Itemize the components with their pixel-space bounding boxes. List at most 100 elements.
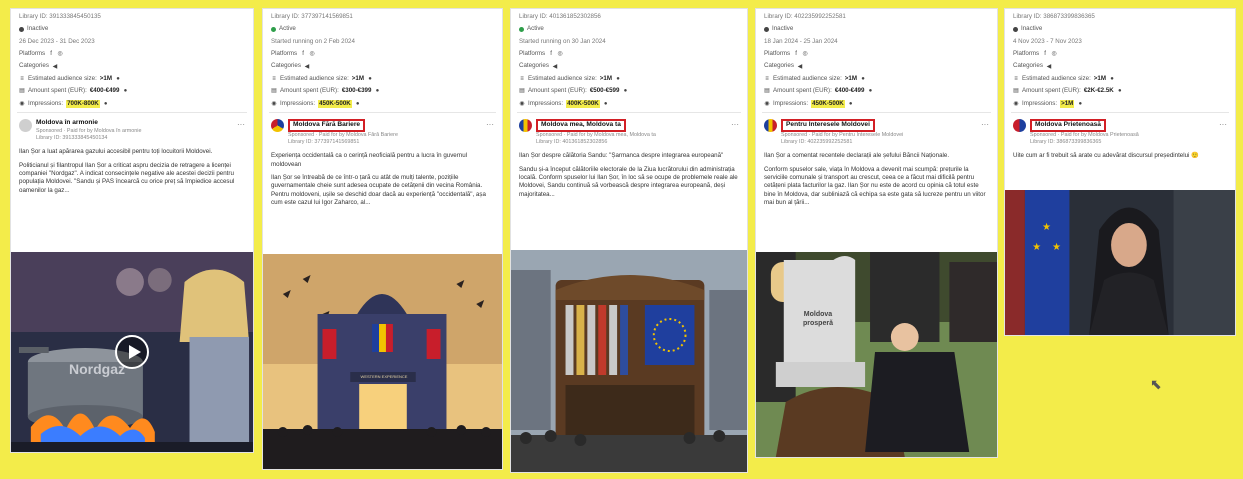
page-name[interactable]: Moldova Fără Bariere [288,118,366,132]
megaphone-icon: ◀ [304,63,310,70]
status-text: Inactive [772,25,794,33]
info-icon[interactable]: ● [374,88,380,94]
page-name[interactable]: Pentru Interesele Moldovei [781,118,875,132]
money-icon: ▤ [19,88,25,95]
impressions-label: Impressions: [528,99,564,107]
mouse-cursor-icon: ⬉ [1150,376,1162,392]
info-icon[interactable]: ● [355,101,361,107]
info-icon[interactable]: ● [603,101,609,107]
ad-image[interactable] [511,250,747,472]
info-icon[interactable]: ● [1117,88,1123,94]
sub-library-id: Library ID: 402235992252581 [781,139,853,146]
facebook-icon: f [1044,51,1046,58]
avatar[interactable] [519,118,532,132]
impressions-label: Impressions: [28,99,64,107]
info-icon[interactable]: ● [860,76,866,82]
facebook-icon: f [550,51,552,58]
info-icon[interactable]: ● [1077,101,1083,107]
ad-image[interactable]: ★ ★ ★ [1005,190,1235,335]
ad-body: Ilan Șor a comentat recentele declarații… [756,149,997,215]
info-icon[interactable]: ● [1109,76,1115,82]
avatar[interactable] [764,118,777,132]
page-header: Moldova Prietenoasă Sponsored · Paid for… [1005,116,1235,149]
money-icon: ▤ [1013,88,1019,95]
ad-image[interactable]: Moldova prosperă [756,252,997,457]
page-header: Moldova în armonie Sponsored · Paid for … [11,116,253,145]
megaphone-icon: ◀ [52,63,58,70]
info-icon[interactable]: ● [367,76,373,82]
more-options-icon[interactable]: ··· [1219,120,1227,131]
library-id: Library ID: 391333845450135 [19,13,101,20]
instagram-icon: ◎ [57,51,63,58]
impressions-value: 400K-500K [566,99,600,108]
info-icon[interactable]: ● [103,101,109,107]
sub-library-id: Library ID: 386873399836365 [1030,139,1102,146]
run-dates: 4 Nov 2023 - 7 Nov 2023 [1013,37,1082,45]
sub-library-id: Library ID: 401361852302856 [536,139,608,146]
avatar[interactable] [1013,118,1026,132]
audience-label: Estimated audience size: [528,74,597,82]
play-icon[interactable] [115,335,149,369]
image-overlay-text: Nordgaz [69,361,125,377]
paid-by: · Paid for by Moldova Prietenoasă [1057,131,1139,138]
spent-value: €400-€499 [834,87,865,95]
audience-value: >1M [844,74,858,82]
megaphone-icon: ◀ [797,63,803,70]
avatar[interactable] [271,118,284,132]
status-text: Active [279,25,296,33]
sub-library-id: Library ID: 377397141569851 [288,139,360,146]
status-icon [519,27,524,33]
ad-card-5: Library ID: 386873399836365 Inactive 4 N… [1004,8,1236,336]
library-id: Library ID: 386873399836365 [1013,13,1095,20]
avatar[interactable] [19,118,32,132]
status-text: Active [527,25,544,33]
ad-video-thumbnail[interactable]: Nordgaz [11,252,253,452]
more-options-icon[interactable]: ··· [486,120,494,131]
sponsored-label: Sponsored [36,127,63,134]
more-options-icon[interactable]: ··· [981,120,989,131]
money-icon: ▤ [519,88,525,95]
run-dates: 26 Dec 2023 - 31 Dec 2023 [19,37,95,45]
page-name[interactable]: Moldova mea, Moldova ta [536,118,626,132]
info-icon[interactable]: ● [122,88,128,94]
impressions-value: 450K-500K [318,99,352,108]
page-name[interactable]: Moldova Prietenoasă [1030,118,1106,132]
audience-icon: ≡ [272,75,276,82]
info-icon[interactable]: ● [622,88,628,94]
platforms-label: Platforms [1013,50,1040,58]
facebook-icon: f [795,51,797,58]
spent-value: €500-€599 [589,87,620,95]
ad-card-4: Library ID: 402235992252581 Inactive 18 … [755,8,998,458]
audience-label: Estimated audience size: [280,74,349,82]
info-icon[interactable]: ● [867,88,873,94]
impressions-value: >1M [1060,99,1075,108]
status-icon [19,27,24,33]
eye-icon: ◉ [271,100,277,107]
more-options-icon[interactable]: ··· [237,120,245,131]
info-icon[interactable]: ● [848,101,854,107]
megaphone-icon: ◀ [552,63,558,70]
sponsored-label: Sponsored [1030,131,1057,138]
page-header: Moldova Fără Bariere Sponsored · Paid fo… [263,116,502,149]
instagram-icon: ◎ [1051,51,1057,58]
ad-paragraph: Ilan Șor a luat apărarea gazului accesib… [19,148,213,156]
ad-card-2: Library ID: 377397141569851 Active Start… [262,8,503,470]
categories-label: Categories [764,62,794,70]
info-icon[interactable]: ● [615,76,621,82]
audience-value: >1M [99,74,113,82]
info-icon[interactable]: ● [115,76,121,82]
more-options-icon[interactable]: ··· [731,120,739,131]
svg-text:★: ★ [1042,222,1051,233]
ad-meta: Library ID: 386873399836365 Inactive 4 N… [1005,9,1235,108]
ad-meta: Library ID: 401361852302856 Active Start… [511,9,747,108]
eye-icon: ◉ [519,100,525,107]
platforms-label: Platforms [519,50,546,58]
page-name[interactable]: Moldova în armonie [36,119,141,128]
instagram-icon: ◎ [309,51,315,58]
sub-library-id: Library ID: 391333845450134 [36,135,108,142]
sponsored-label: Sponsored [536,131,563,138]
categories-label: Categories [519,62,549,70]
platforms-label: Platforms [19,50,46,58]
spent-value: €2K-€2.5K [1083,87,1114,95]
ad-image[interactable]: WESTERN EXPERIENCE [263,254,502,469]
